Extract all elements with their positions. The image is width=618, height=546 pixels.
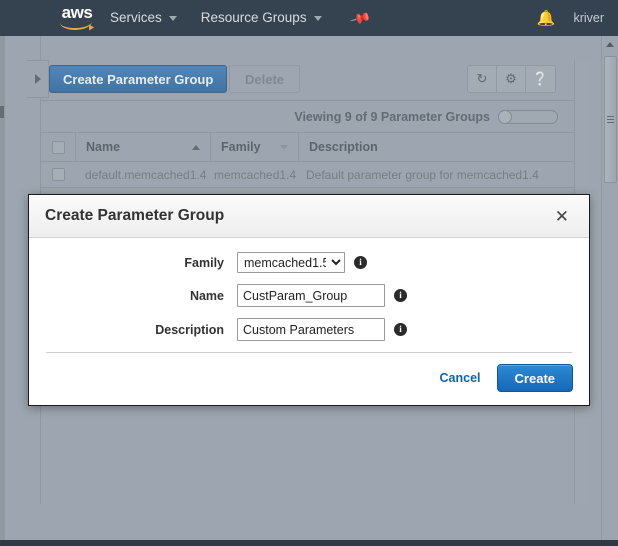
nav-services-menu[interactable]: Services [98, 0, 189, 36]
bell-icon[interactable]: 🔔 [525, 9, 568, 27]
cancel-button[interactable]: Cancel [440, 371, 481, 385]
aws-logo-icon[interactable]: aws [56, 5, 98, 31]
page-size-slider[interactable] [498, 110, 558, 124]
form-row-name: Name i [29, 284, 589, 307]
gear-icon[interactable]: ⚙ [497, 66, 526, 92]
nav-resource-groups-label: Resource Groups [201, 0, 307, 36]
nav-services-label: Services [110, 0, 162, 36]
cell-description: Default parameter group for memcached1.4 [298, 168, 574, 182]
sort-descending-icon [280, 145, 288, 150]
create-parameter-group-button[interactable]: Create Parameter Group [49, 65, 227, 93]
row-checkbox-cell [41, 168, 75, 181]
scrollbar-grip-icon [607, 114, 614, 125]
viewing-status-bar: Viewing 9 of 9 Parameter Groups [41, 101, 574, 133]
form-row-description: Description i [29, 318, 589, 341]
column-header-description[interactable]: Description [298, 133, 574, 162]
chevron-down-icon [169, 16, 177, 21]
column-header-name-label: Name [86, 140, 120, 154]
table-header-row: Name Family Description [41, 133, 574, 162]
cell-family: memcached1.4 [210, 168, 298, 182]
name-label: Name [29, 289, 237, 303]
table-row[interactable]: default.memcached1.4 memcached1.4 Defaul… [41, 162, 574, 188]
info-icon[interactable]: i [354, 256, 367, 269]
nav-username[interactable]: kriver [567, 11, 618, 25]
triangle-up-icon [606, 42, 614, 47]
row-checkbox[interactable] [52, 168, 65, 181]
info-icon[interactable]: i [394, 289, 407, 302]
scrollbar-thumb[interactable] [604, 56, 617, 183]
sort-ascending-icon [192, 145, 200, 150]
create-parameter-group-dialog: Create Parameter Group ✕ Family memcache… [28, 194, 590, 406]
viewing-count-label: Viewing 9 of 9 Parameter Groups [294, 110, 490, 124]
name-input[interactable] [237, 284, 385, 307]
aws-swoosh-icon [60, 21, 92, 30]
info-icon[interactable]: i [394, 323, 407, 336]
left-edge-marker [0, 106, 4, 118]
dialog-body: Family memcached1.5 i Name i Description… [29, 238, 589, 392]
column-header-description-label: Description [309, 140, 378, 154]
dialog-header: Create Parameter Group ✕ [29, 195, 589, 238]
delete-button[interactable]: Delete [229, 65, 300, 93]
dialog-title: Create Parameter Group [45, 207, 224, 225]
select-all-checkbox-cell [41, 141, 75, 154]
description-input[interactable] [237, 318, 385, 341]
chevron-down-icon [314, 16, 322, 21]
family-select[interactable]: memcached1.5 [237, 252, 345, 273]
help-icon[interactable]: ❔ [526, 66, 555, 92]
bottom-chrome-strip [0, 540, 618, 546]
toolbar-icon-group: ↻ ⚙ ❔ [467, 65, 556, 93]
nav-right-group: 🔔 kriver [525, 0, 618, 36]
family-label: Family [29, 256, 237, 270]
create-button[interactable]: Create [497, 364, 573, 392]
nav-resource-groups-menu[interactable]: Resource Groups [189, 0, 334, 36]
column-header-family[interactable]: Family [210, 133, 298, 162]
top-navigation-bar: aws Services Resource Groups 📌 🔔 kriver [0, 0, 618, 36]
slider-knob[interactable] [498, 110, 512, 124]
description-label: Description [29, 323, 237, 337]
table-toolbar: Create Parameter Group Delete ↻ ⚙ ❔ [41, 60, 574, 101]
close-icon[interactable]: ✕ [551, 206, 573, 227]
sidebar-expand-toggle[interactable] [27, 60, 49, 98]
aws-logo-text: aws [62, 5, 93, 20]
refresh-icon[interactable]: ↻ [468, 66, 497, 92]
pushpin-icon[interactable]: 📌 [348, 6, 372, 29]
select-all-checkbox[interactable] [52, 141, 65, 154]
form-row-family: Family memcached1.5 i [29, 252, 589, 273]
column-header-family-label: Family [221, 140, 261, 154]
app-root: aws Services Resource Groups 📌 🔔 kriver … [0, 0, 618, 546]
dialog-footer: Cancel Create [29, 353, 589, 392]
chevron-right-icon [35, 74, 41, 84]
scrollbar-up-arrow-icon[interactable] [602, 36, 618, 53]
browser-scrollbar[interactable] [601, 36, 618, 546]
column-header-name[interactable]: Name [75, 133, 210, 162]
cell-name: default.memcached1.4 [75, 168, 210, 182]
